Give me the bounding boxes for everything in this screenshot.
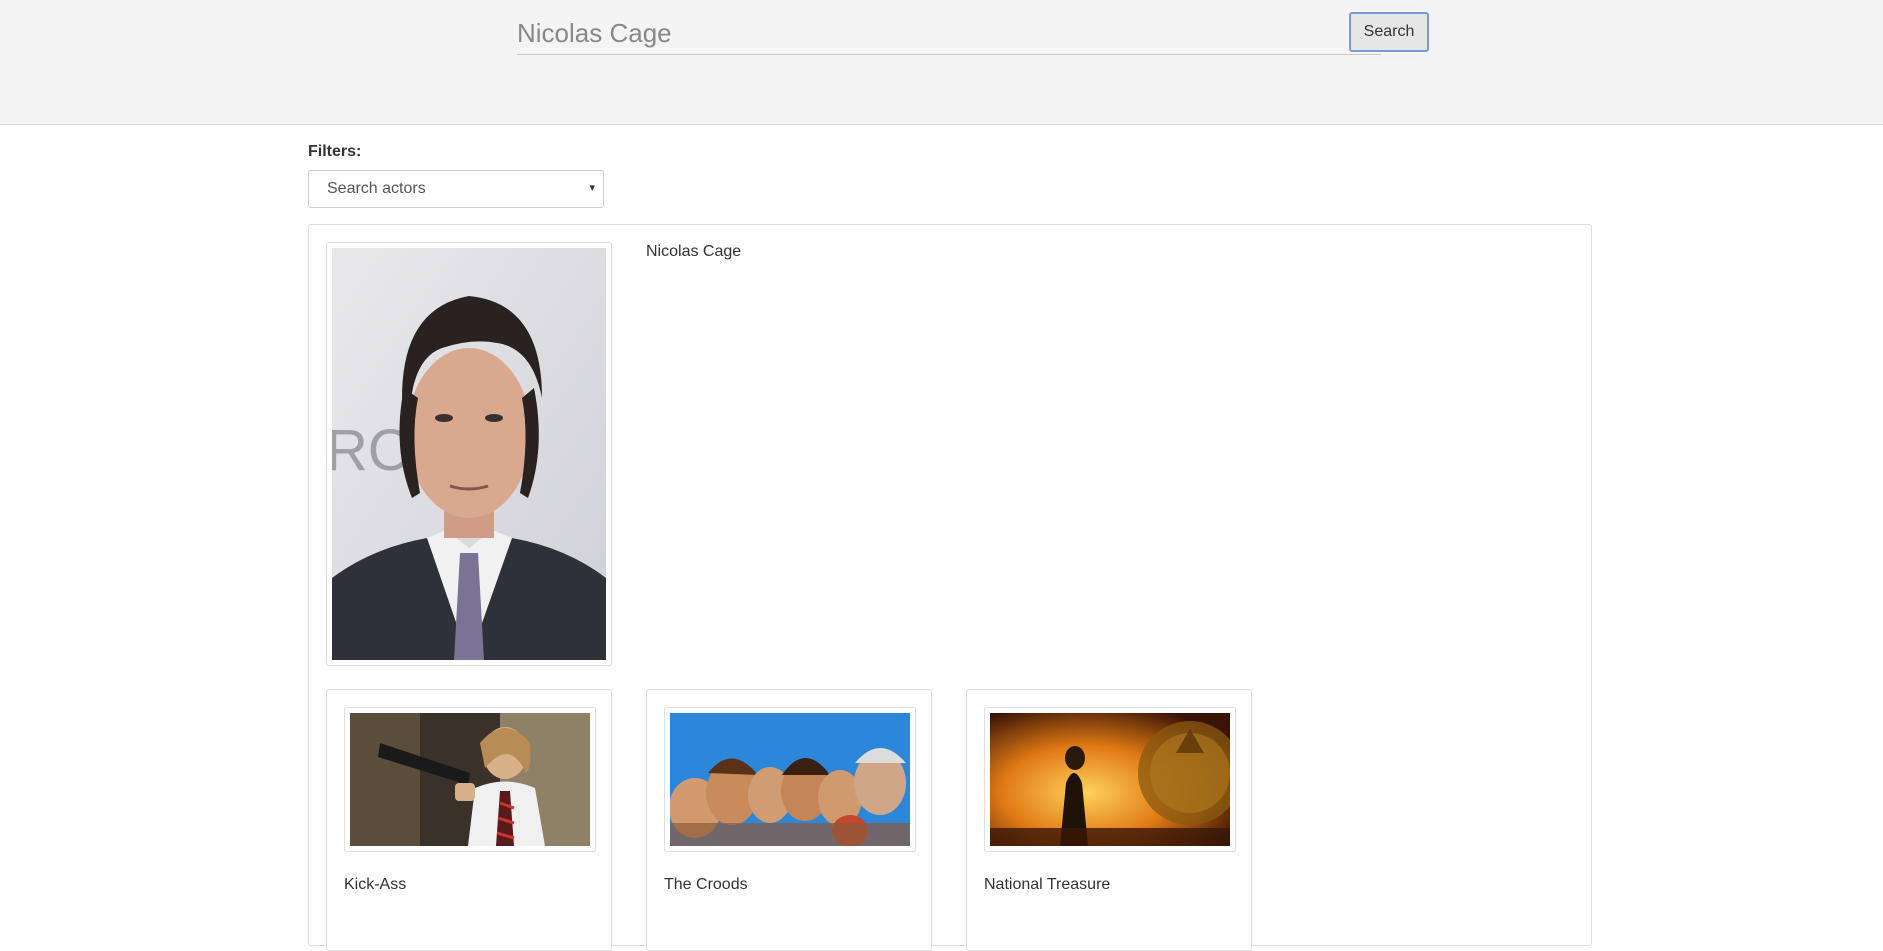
movie-card[interactable]: National Treasure bbox=[966, 689, 1252, 951]
actor-filter-placeholder: Search actors bbox=[327, 180, 426, 197]
search-button[interactable]: Search bbox=[1349, 12, 1429, 52]
actor-photo: RO bbox=[332, 248, 606, 660]
actor-filter-select[interactable]: Search actors ▾ bbox=[308, 170, 604, 208]
search-header: Search bbox=[0, 0, 1883, 125]
movie-thumbnail bbox=[350, 713, 590, 846]
actor-photo-frame[interactable]: RO bbox=[326, 242, 612, 666]
movie-thumbnail-frame bbox=[664, 707, 916, 852]
movie-thumbnail bbox=[670, 713, 910, 846]
movie-title: The Croods bbox=[664, 876, 748, 893]
movie-title: National Treasure bbox=[984, 876, 1111, 893]
search-input[interactable] bbox=[517, 12, 1381, 55]
movie-title: Kick-Ass bbox=[344, 876, 407, 893]
movie-card[interactable]: The Croods bbox=[646, 689, 932, 951]
movie-card[interactable]: Kick-Ass bbox=[326, 689, 612, 951]
filters-label: Filters: bbox=[308, 143, 362, 160]
movie-thumbnail bbox=[990, 713, 1230, 846]
chevron-down-icon: ▾ bbox=[589, 182, 595, 194]
movie-thumbnail-frame bbox=[344, 707, 596, 852]
movie-thumbnail-frame bbox=[984, 707, 1236, 852]
actor-name: Nicolas Cage bbox=[646, 243, 742, 260]
